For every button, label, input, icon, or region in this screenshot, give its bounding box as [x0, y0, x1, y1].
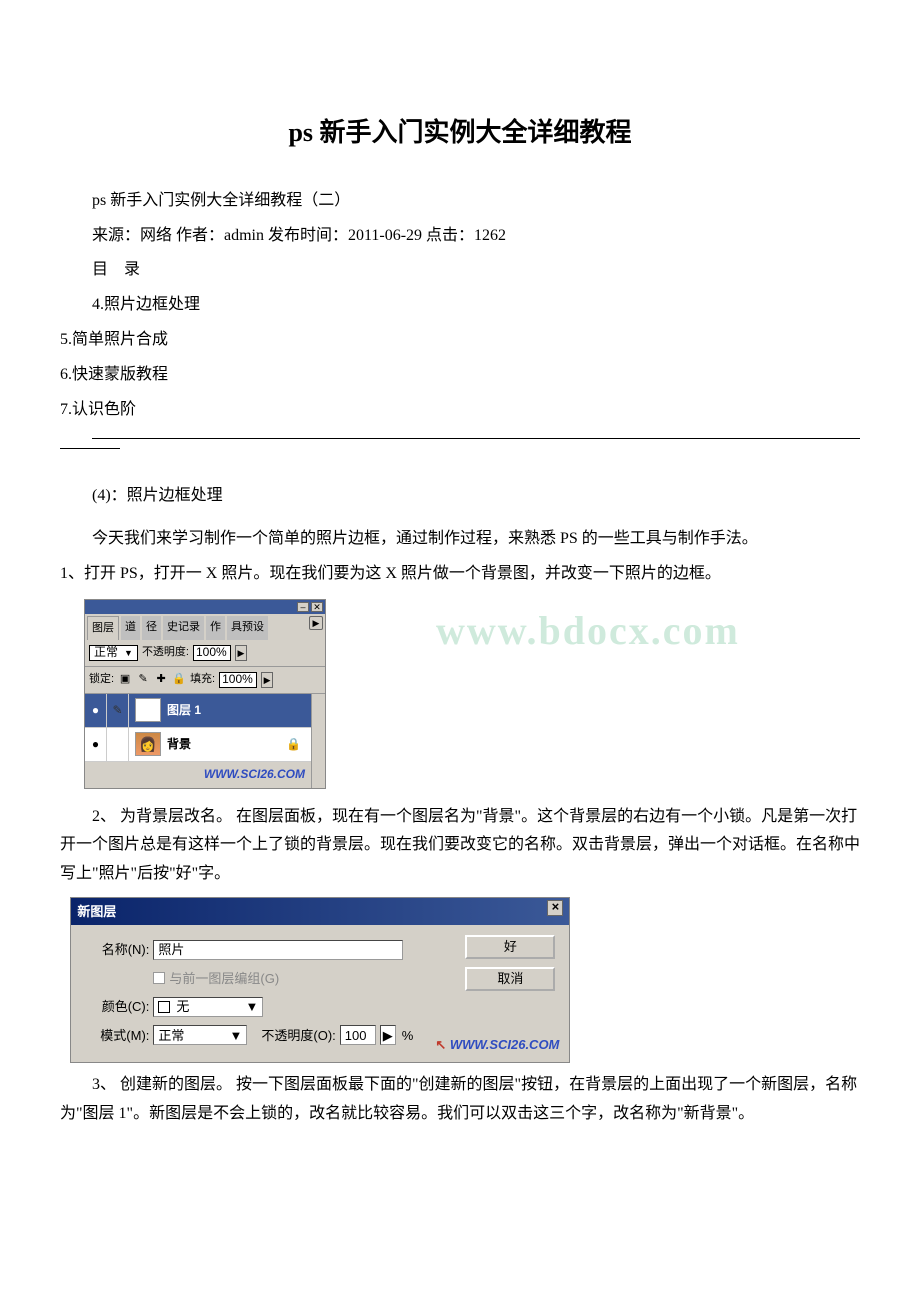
lock-label: 锁定: — [89, 670, 114, 690]
swatch-icon — [158, 1001, 170, 1013]
chevron-down-icon: ▼ — [124, 645, 133, 661]
panel-titlebar: – ✕ — [85, 600, 325, 614]
layers-panel: – ✕ 图层 道 径 史记录 作 具预设 ▶ 正常 ▼ 不透明度: 100% ▶… — [84, 599, 326, 789]
scrollbar[interactable] — [311, 694, 325, 788]
dialog-title: 新图层 — [77, 900, 116, 923]
layer-thumbnail: 👩 — [135, 732, 161, 756]
step-text: 2、 为背景层改名。 在图层面板，现在有一个图层名为"背景"。这个背景层的右边有… — [60, 803, 860, 889]
lock-transparency-icon[interactable]: ▣ — [118, 673, 132, 687]
paragraph: 今天我们来学习制作一个简单的照片边框，通过制作过程，来熟悉 PS 的一些工具与制… — [60, 525, 860, 554]
mode-select[interactable]: 正常 ▼ — [153, 1025, 247, 1045]
chevron-down-icon: ▼ — [246, 995, 259, 1018]
slider-icon[interactable]: ▶ — [261, 672, 273, 688]
opacity-input[interactable]: 100% — [193, 645, 231, 661]
subtitle: ps 新手入门实例大全详细教程（二） — [60, 187, 860, 216]
visibility-eye-icon[interactable]: ● — [85, 728, 107, 761]
arrow-icon: ↖ — [435, 1037, 446, 1052]
watermark: www.bdocx.com — [436, 595, 740, 667]
toc-item: 7.认识色阶 — [60, 396, 860, 425]
ok-button[interactable]: 好 — [465, 935, 555, 959]
lock-icon: 🔒 — [286, 734, 301, 756]
layer-link-icon[interactable] — [107, 728, 129, 761]
group-checkbox — [153, 972, 165, 984]
name-label: 名称(N): — [85, 938, 149, 961]
slider-icon[interactable]: ▶ — [235, 645, 247, 661]
layer-thumbnail — [135, 698, 161, 722]
minimize-icon[interactable]: – — [297, 602, 309, 612]
tab[interactable]: 作 — [206, 616, 225, 641]
group-label: 与前一图层编组(G) — [169, 967, 279, 990]
opacity-input[interactable]: 100 — [340, 1025, 376, 1045]
lock-brush-icon[interactable]: ✎ — [136, 673, 150, 687]
layer-name[interactable]: 背景 — [167, 734, 191, 756]
watermark: WWW.SCI26.COM — [85, 762, 311, 788]
divider — [92, 438, 860, 439]
blend-mode-select[interactable]: 正常 ▼ — [89, 645, 138, 661]
toc-item: 4.照片边框处理 — [60, 291, 860, 320]
layer-row[interactable]: ● 👩 背景 🔒 — [85, 728, 311, 762]
slider-icon[interactable]: ▶ — [380, 1025, 396, 1045]
opacity-label: 不透明度: — [142, 643, 189, 663]
name-input[interactable]: 照片 — [153, 940, 403, 960]
visibility-eye-icon[interactable]: ● — [85, 694, 107, 727]
layer-name[interactable]: 图层 1 — [167, 700, 201, 722]
toc-heading: 目 录 — [60, 256, 860, 285]
section-heading: (4)：照片边框处理 — [60, 482, 860, 511]
layer-link-icon[interactable]: ✎ — [107, 694, 129, 727]
mode-value: 正常 — [158, 1024, 184, 1047]
watermark: ↖ WWW.SCI26.COM — [435, 1033, 559, 1056]
tab[interactable]: 史记录 — [163, 616, 204, 641]
layer-row[interactable]: ● ✎ 图层 1 — [85, 694, 311, 728]
percent-label: % — [402, 1024, 414, 1047]
color-value: 无 — [176, 995, 189, 1018]
page-title: ps 新手入门实例大全详细教程 — [60, 110, 860, 157]
fill-label: 填充: — [190, 670, 215, 690]
close-icon[interactable]: × — [547, 900, 563, 916]
tab[interactable]: 径 — [142, 616, 161, 641]
tab[interactable]: 道 — [121, 616, 140, 641]
toc-item: 5.简单照片合成 — [60, 326, 860, 355]
tab-layers[interactable]: 图层 — [87, 616, 119, 641]
new-layer-dialog: 新图层 × 好 取消 名称(N): 照片 与前一图层编组(G) 颜色(C): 无… — [70, 897, 570, 1063]
color-label: 颜色(C): — [85, 995, 149, 1018]
tab[interactable]: 具预设 — [227, 616, 268, 641]
cancel-button[interactable]: 取消 — [465, 967, 555, 991]
mode-label: 模式(M): — [85, 1024, 149, 1047]
lock-all-icon[interactable]: 🔒 — [172, 673, 186, 687]
step-text: 3、 创建新的图层。 按一下图层面板最下面的"创建新的图层"按钮，在背景层的上面… — [60, 1071, 860, 1129]
source-line: 来源：网络 作者：admin 发布时间：2011-06-29 点击：1262 — [60, 222, 860, 251]
lock-move-icon[interactable]: ✚ — [154, 673, 168, 687]
chevron-down-icon: ▼ — [230, 1024, 243, 1047]
fill-input[interactable]: 100% — [219, 672, 257, 688]
menu-icon[interactable]: ▶ — [309, 616, 323, 630]
blend-mode-value: 正常 — [94, 642, 118, 664]
panel-tabs: 图层 道 径 史记录 作 具预设 ▶ — [85, 614, 325, 641]
divider — [60, 448, 120, 449]
opacity-label: 不透明度(O): — [261, 1024, 335, 1047]
toc-item: 6.快速蒙版教程 — [60, 361, 860, 390]
close-icon[interactable]: ✕ — [311, 602, 323, 612]
color-select[interactable]: 无 ▼ — [153, 997, 263, 1017]
step-text: 1、打开 PS，打开一 X 照片。现在我们要为这 X 照片做一个背景图，并改变一… — [60, 560, 860, 589]
